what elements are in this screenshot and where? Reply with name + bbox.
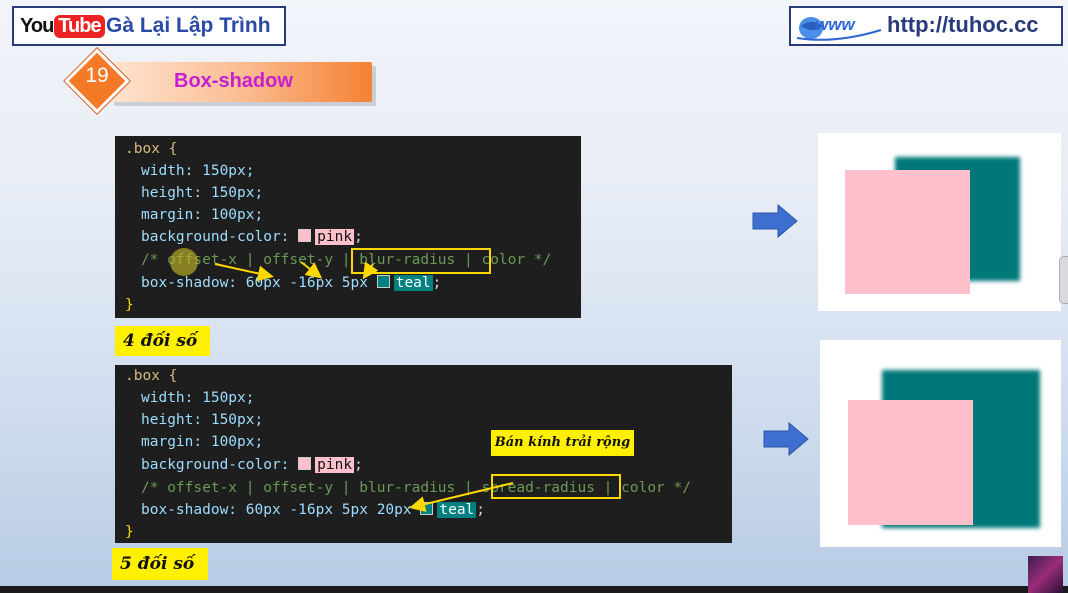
youtube-logo-tube: Tube — [54, 14, 105, 38]
annotation-arrows — [214, 261, 379, 282]
spread-radius-note: Bán kính trải rộng — [491, 430, 634, 456]
bottom-bar — [0, 586, 1068, 593]
code-block-5-args: .box { width: 150px; height: 150px; marg… — [115, 365, 732, 543]
code-block-4-args: .box { width: 150px; height: 150px; marg… — [115, 136, 581, 318]
lesson-title: Box-shadow — [174, 70, 293, 92]
corner-thumbnail — [1028, 556, 1063, 593]
svg-text:www: www — [815, 15, 856, 34]
pink-box — [848, 400, 973, 525]
youtube-logo: You Tube — [20, 14, 105, 38]
label-4-args: 4 đối số — [115, 326, 210, 356]
channel-brand-box: You Tube Gà Lại Lập Trình — [12, 6, 286, 46]
channel-name: Gà Lại Lập Trình — [106, 14, 271, 37]
pointer-cursor-icon — [170, 248, 198, 276]
youtube-logo-you: You — [20, 14, 54, 37]
lesson-title-banner: Box-shadow — [110, 62, 372, 102]
annotation-arrow — [409, 482, 514, 512]
pink-box — [845, 170, 970, 294]
right-arrow-icon — [763, 422, 809, 456]
preview-4-args — [818, 133, 1061, 311]
side-scroll-handle[interactable] — [1059, 256, 1068, 304]
website-box: www http://tuhoc.cc — [789, 6, 1063, 46]
preview-5-args — [820, 340, 1061, 547]
right-arrow-icon — [752, 204, 798, 238]
website-url: http://tuhoc.cc — [887, 12, 1039, 37]
lesson-number: 19 — [85, 64, 109, 87]
label-5-args: 5 đối số — [112, 548, 208, 580]
www-globe-icon: www — [796, 15, 882, 41]
